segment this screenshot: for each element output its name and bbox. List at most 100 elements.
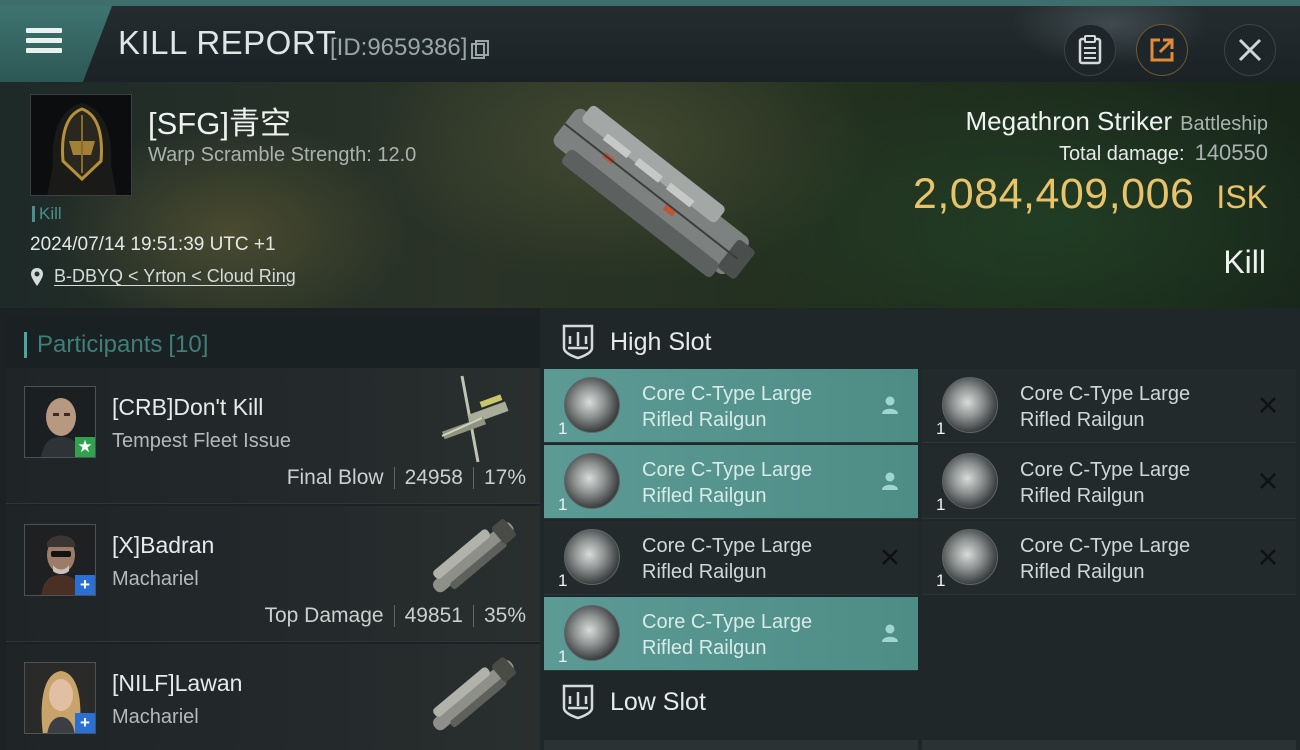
module-slot[interactable]: 1 Core C-Type Large Rifled Railgun (544, 445, 918, 519)
railgun-icon (942, 529, 998, 585)
module-name-line2: Rifled Railgun (642, 637, 767, 659)
participants-panel: Participants [10] ★ [CRB]Don't Kill Temp… (0, 308, 540, 750)
copy-icon[interactable] (471, 40, 490, 59)
location-pin-icon (31, 267, 43, 286)
total-damage-label: Total damage: (1058, 143, 1185, 165)
module-name: Core C-Type Large Rifled Railgun (642, 609, 812, 661)
stat-label: Top Damage (264, 604, 384, 627)
plus-badge-icon: + (75, 575, 95, 595)
module-slot-partial[interactable] (544, 740, 918, 750)
low-slot-header: Low Slot (540, 672, 1300, 732)
module-qty: 1 (936, 495, 946, 514)
clipboard-button[interactable] (1064, 24, 1116, 76)
report-id[interactable]: [ID:9659386] (330, 34, 490, 62)
stat-separator (393, 605, 395, 627)
low-slot-shield-icon (562, 684, 594, 720)
railgun-icon (564, 529, 620, 585)
participant-portrait[interactable]: + (24, 662, 96, 734)
railgun-icon (942, 453, 998, 509)
module-name-line2: Rifled Railgun (642, 485, 767, 507)
victim-name[interactable]: [SFG]青空 (148, 98, 291, 143)
hamburger-menu-icon[interactable] (26, 24, 62, 56)
railgun-icon (942, 377, 998, 433)
module-name-line1: Core C-Type Large (642, 611, 813, 633)
module-slot[interactable]: 1 Core C-Type Large Rifled Railgun (922, 369, 1296, 443)
high-slot-label: High Slot (610, 327, 712, 356)
share-button[interactable] (1136, 24, 1188, 76)
participant-row[interactable]: + [X]Badran Machariel Top Damage 49851 3… (6, 506, 540, 642)
module-name-line2: Rifled Railgun (1020, 409, 1145, 431)
participant-portrait[interactable]: ★ (24, 386, 96, 458)
dropped-person-icon (882, 624, 898, 642)
kill-tag: Kill (32, 205, 62, 222)
railgun-icon (564, 453, 620, 509)
close-button[interactable] (1224, 24, 1276, 76)
close-icon (1238, 38, 1262, 62)
module-name-line1: Core C-Type Large (642, 459, 813, 481)
victim-portrait[interactable] (30, 94, 132, 196)
participant-stats: Top Damage 49851 35% (264, 604, 526, 628)
page-title: KILL REPORT (118, 24, 337, 61)
module-qty: 1 (558, 647, 568, 666)
share-icon (1150, 38, 1174, 62)
kill-timestamp: 2024/07/14 19:51:39 UTC +1 (30, 234, 276, 255)
tempest-ship-icon (441, 375, 509, 463)
module-slot[interactable]: 1 Core C-Type Large Rifled Railgun (544, 521, 918, 595)
participants-header[interactable]: Participants [10] (6, 316, 540, 374)
module-name: Core C-Type Large Rifled Railgun (1020, 457, 1190, 509)
module-name: Core C-Type Large Rifled Railgun (1020, 533, 1190, 585)
module-slot[interactable]: 1 Core C-Type Large Rifled Railgun (544, 597, 918, 671)
victim-ship-name[interactable]: Megathron Striker (966, 106, 1173, 137)
total-damage-value: 140550 (1194, 140, 1268, 165)
module-name-line2: Rifled Railgun (1020, 561, 1145, 583)
stat-separator (393, 467, 395, 489)
module-name: Core C-Type Large Rifled Railgun (642, 381, 812, 433)
module-slot[interactable]: 1 Core C-Type Large Rifled Railgun (922, 445, 1296, 519)
stat-damage: 49851 (404, 604, 463, 627)
victim-panel: [SFG]青空 Warp Scramble Strength: 12.0 Kil… (0, 82, 1300, 308)
isk-value: 2,084,409,006 (912, 170, 1195, 218)
star-badge-icon: ★ (75, 437, 95, 457)
victim-ship-class: Battleship (1180, 113, 1268, 135)
total-damage-line: Total damage: 140550 (1059, 140, 1268, 166)
stat-damage: 24958 (404, 466, 463, 489)
module-slot[interactable]: 1 Core C-Type Large Rifled Railgun (544, 369, 918, 443)
stat-separator (472, 467, 474, 489)
participant-ship: Tempest Fleet Issue (112, 430, 291, 452)
participant-portrait[interactable]: + (24, 524, 96, 596)
module-name-line1: Core C-Type Large (642, 383, 813, 405)
participant-name[interactable]: [X]Badran (112, 532, 214, 559)
module-name-line1: Core C-Type Large (642, 535, 813, 557)
participant-ship: Machariel (112, 706, 199, 728)
module-name: Core C-Type Large Rifled Railgun (1020, 381, 1190, 433)
header-accent-bar (24, 331, 27, 358)
victim-ship-line: Megathron Striker Battleship (966, 106, 1269, 137)
location-link[interactable]: B-DBYQ < Yrton < Cloud Ring (30, 266, 296, 287)
participant-name[interactable]: [NILF]Lawan (112, 670, 242, 697)
dropped-person-icon (882, 472, 898, 490)
participant-row[interactable]: + [NILF]Lawan Machariel (6, 644, 540, 750)
module-slot[interactable]: 1 Core C-Type Large Rifled Railgun (922, 521, 1296, 595)
destroyed-x-icon (1260, 549, 1276, 565)
participant-name[interactable]: [CRB]Don't Kill (112, 394, 263, 421)
participant-row[interactable]: ★ [CRB]Don't Kill Tempest Fleet Issue Fi… (6, 368, 540, 504)
destroyed-x-icon (1260, 473, 1276, 489)
destroyed-x-icon (882, 549, 898, 565)
module-name-line1: Core C-Type Large (1020, 535, 1191, 557)
participant-stats: Final Blow 24958 17% (287, 466, 526, 490)
railgun-icon (564, 605, 620, 661)
machariel-ship-icon (433, 657, 516, 731)
destroyed-x-icon (1260, 397, 1276, 413)
module-qty: 1 (558, 419, 568, 438)
menu-tab[interactable] (0, 6, 112, 82)
clipboard-icon (1078, 35, 1102, 65)
kill-type-label: Kill (1223, 244, 1266, 280)
top-bar: KILL REPORT [ID:9659386] (0, 0, 1300, 82)
plus-badge-icon: + (75, 713, 95, 733)
module-qty: 1 (936, 571, 946, 590)
module-qty: 1 (936, 419, 946, 438)
hooded-avatar-icon (31, 95, 131, 195)
module-slot-partial[interactable] (922, 740, 1296, 750)
machariel-ship-icon (433, 519, 516, 593)
module-name-line2: Rifled Railgun (1020, 485, 1145, 507)
